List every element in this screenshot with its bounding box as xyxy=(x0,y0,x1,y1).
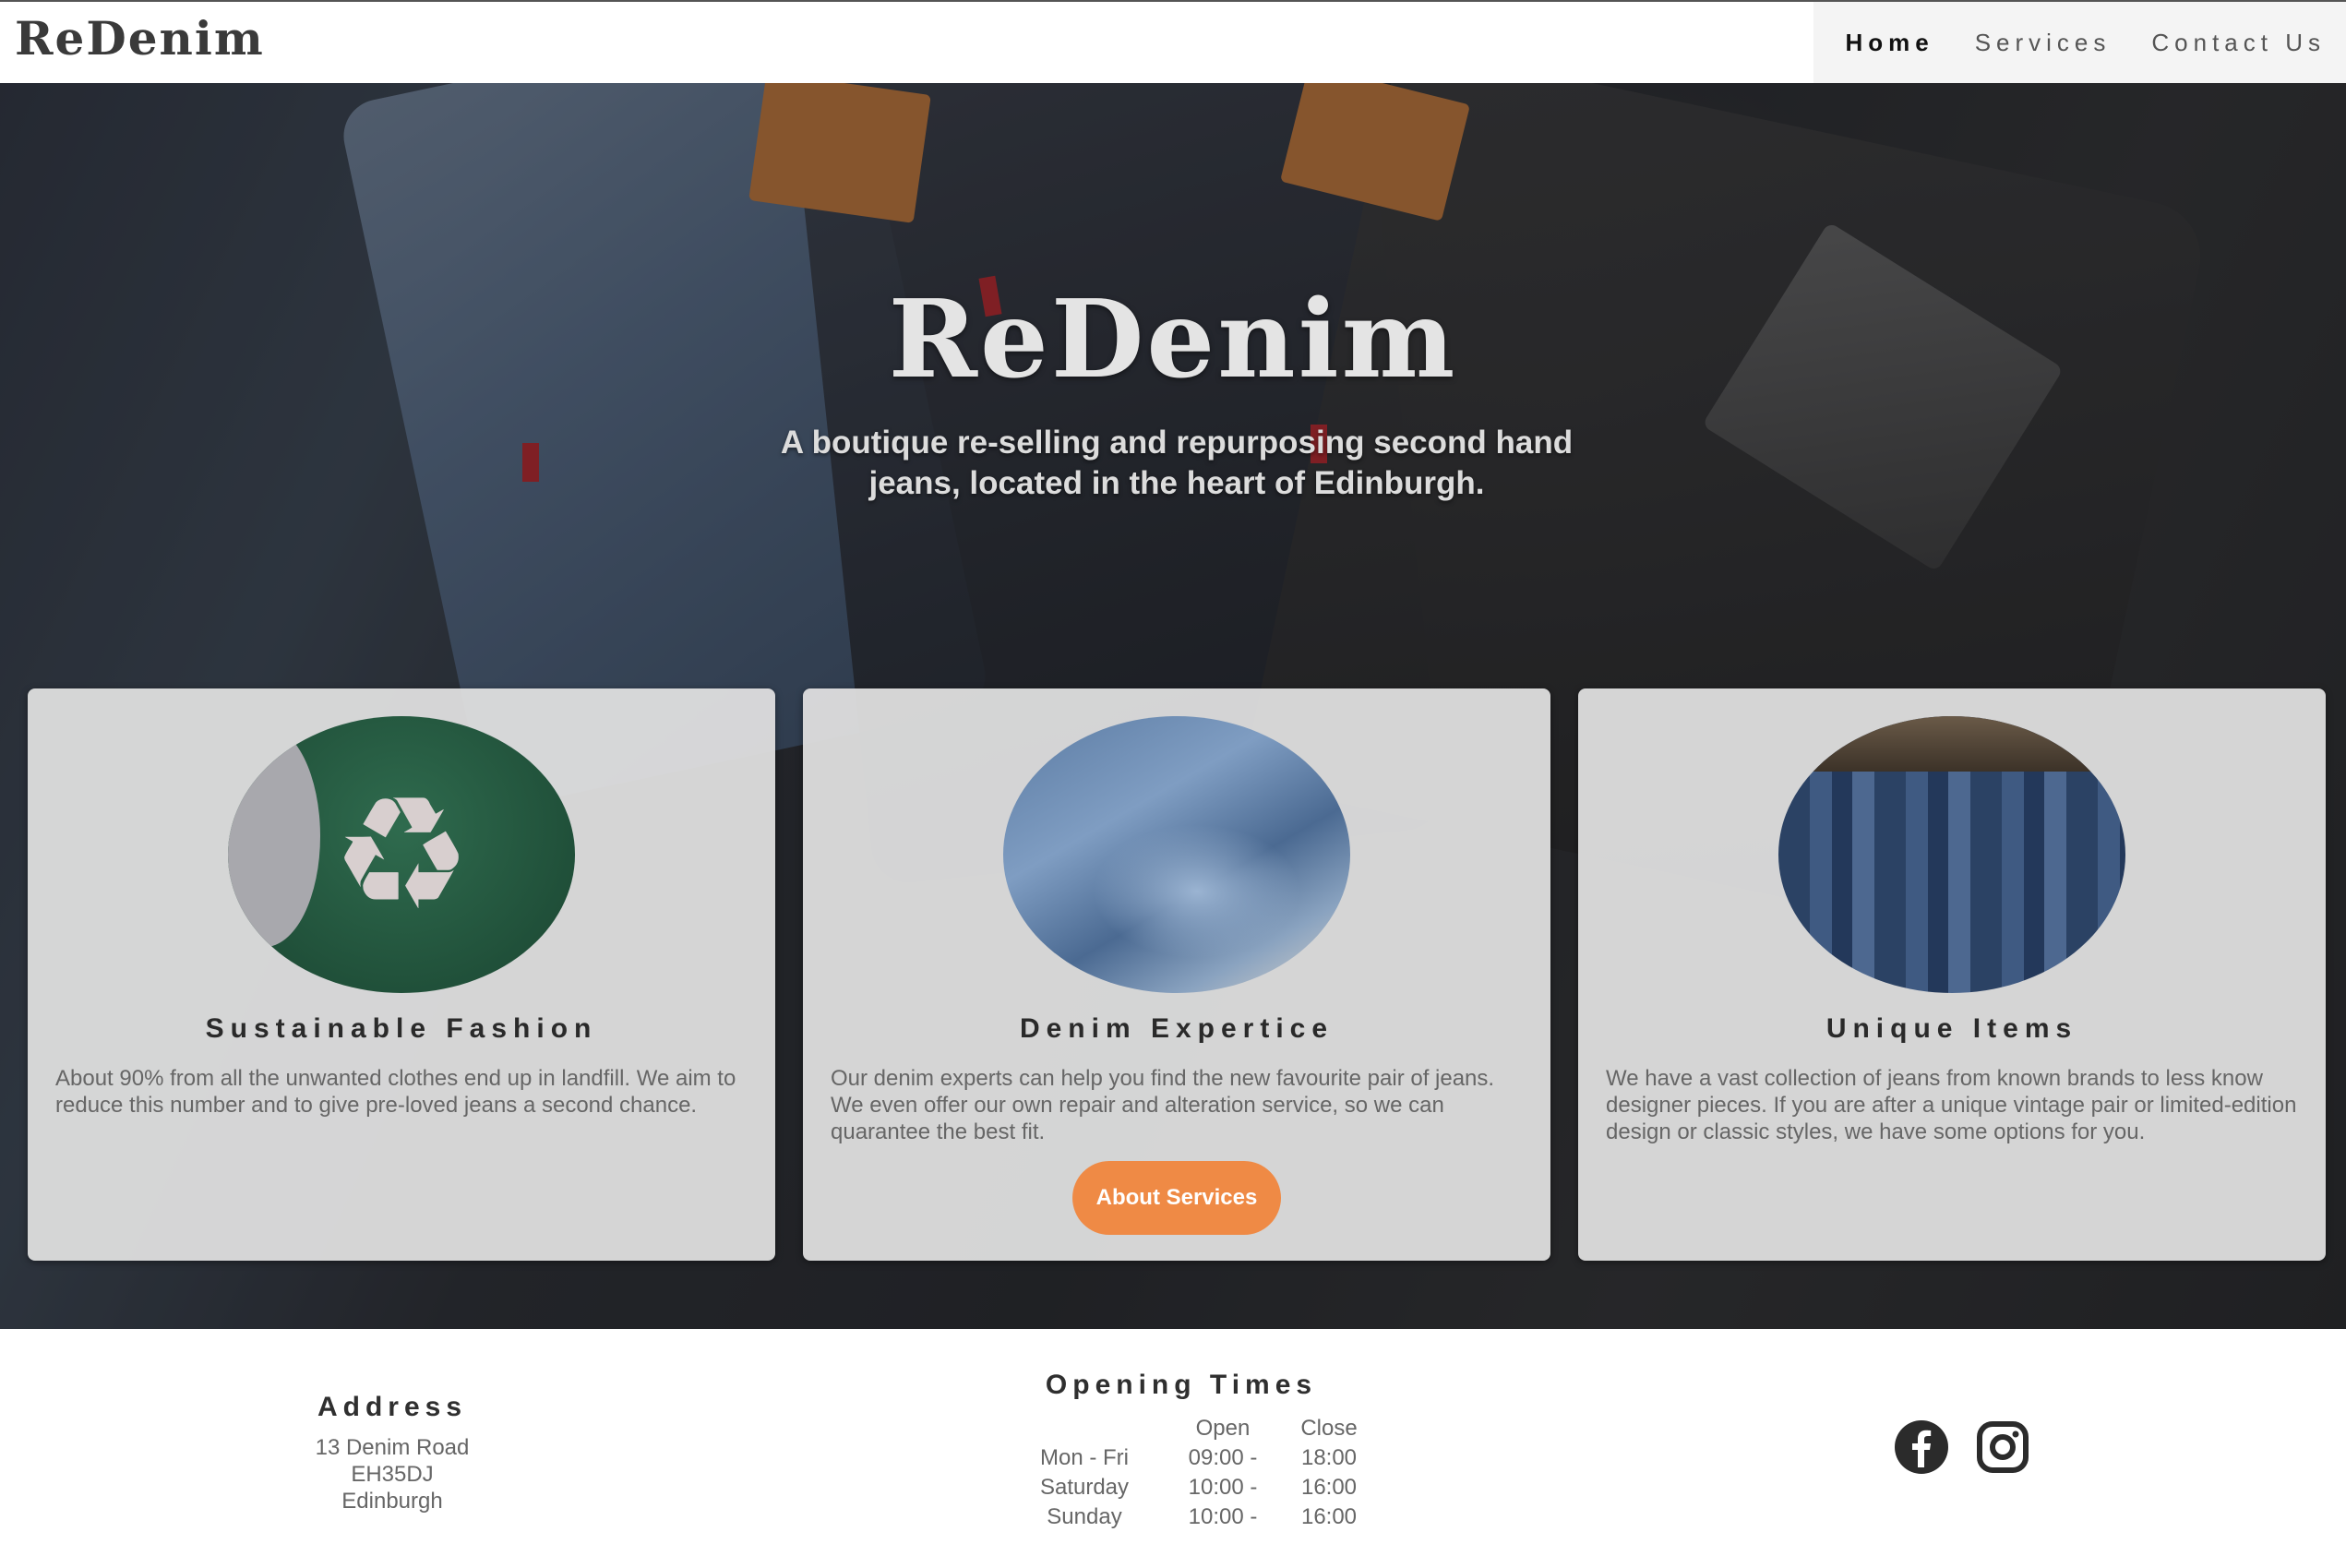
nav-item-home[interactable]: Home xyxy=(1813,2,1954,83)
address-heading: Address xyxy=(317,1392,468,1422)
site-logo[interactable]: ReDenim xyxy=(15,11,265,66)
about-services-button[interactable]: About Services xyxy=(1072,1161,1281,1235)
open-cell: 10:00 - xyxy=(1188,1504,1258,1529)
card-title: Sustainable Fashion xyxy=(205,1013,598,1044)
table-row: Saturday 10:00 - 16:00 xyxy=(1006,1473,1375,1502)
nav-item-contact-us[interactable]: Contact Us xyxy=(2131,2,2346,83)
nav-item-services[interactable]: Services xyxy=(1955,2,2132,83)
hero-subtitle: A boutique re-selling and repurposing se… xyxy=(780,425,1574,501)
hero-title: ReDenim xyxy=(888,277,1458,402)
close-cell: 18:00 xyxy=(1300,1445,1358,1470)
table-header-row: Open Close xyxy=(1006,1414,1375,1443)
day-cell: Mon - Fri xyxy=(1040,1445,1129,1470)
address-line: EH35DJ xyxy=(351,1462,434,1487)
facebook-icon[interactable] xyxy=(1894,1419,1949,1475)
open-cell: 10:00 - xyxy=(1188,1475,1258,1500)
table-row: Sunday 10:00 - 16:00 xyxy=(1006,1502,1375,1532)
card-text: Our denim experts can help you find the … xyxy=(831,1066,1495,1144)
card-sustainable-fashion: ♻ Sustainable Fashion About 90% from all… xyxy=(28,688,775,1261)
header-open: Open xyxy=(1195,1416,1251,1441)
card-unique-items: Unique Items We have a vast collection o… xyxy=(1578,688,2326,1261)
navbar: ReDenim Home Services Contact Us xyxy=(0,0,2346,83)
close-cell: 16:00 xyxy=(1300,1475,1358,1500)
social-links xyxy=(1894,1419,2030,1475)
footer-address: Address 13 Denim Road EH35DJ Edinburgh xyxy=(212,1392,572,1514)
footer-opening-times: Opening Times Open Close Mon - Fri 09:00… xyxy=(978,1370,1384,1532)
header-day xyxy=(1006,1414,1163,1443)
card-image-folded-jeans xyxy=(1003,716,1350,993)
opening-times-table: Open Close Mon - Fri 09:00 - 18:00 Satur… xyxy=(1006,1414,1375,1532)
recycle-icon: ♻ xyxy=(330,763,473,946)
header-close: Close xyxy=(1300,1416,1358,1441)
opening-times-heading: Opening Times xyxy=(1045,1370,1318,1400)
card-denim-expertice: Denim Expertice Our denim experts can he… xyxy=(803,688,1550,1261)
footer: Address 13 Denim Road EH35DJ Edinburgh O… xyxy=(0,1329,2346,1568)
instagram-icon[interactable] xyxy=(1975,1419,2030,1475)
card-title: Unique Items xyxy=(1825,1013,2078,1044)
card-title: Denim Expertice xyxy=(1019,1013,1335,1044)
close-cell: 16:00 xyxy=(1300,1504,1358,1529)
address-line: Edinburgh xyxy=(341,1489,443,1514)
card-image-recycle: ♻ xyxy=(228,716,575,993)
open-cell: 09:00 - xyxy=(1188,1445,1258,1470)
nav-links: Home Services Contact Us xyxy=(1813,2,2346,83)
card-text: About 90% from all the unwanted clothes … xyxy=(55,1066,736,1118)
day-cell: Saturday xyxy=(1039,1475,1130,1500)
day-cell: Sunday xyxy=(1047,1504,1122,1529)
address-line: 13 Denim Road xyxy=(315,1435,470,1460)
table-row: Mon - Fri 09:00 - 18:00 xyxy=(1006,1443,1375,1473)
card-image-jeans-rack xyxy=(1778,716,2125,993)
card-text: We have a vast collection of jeans from … xyxy=(1606,1066,2297,1144)
